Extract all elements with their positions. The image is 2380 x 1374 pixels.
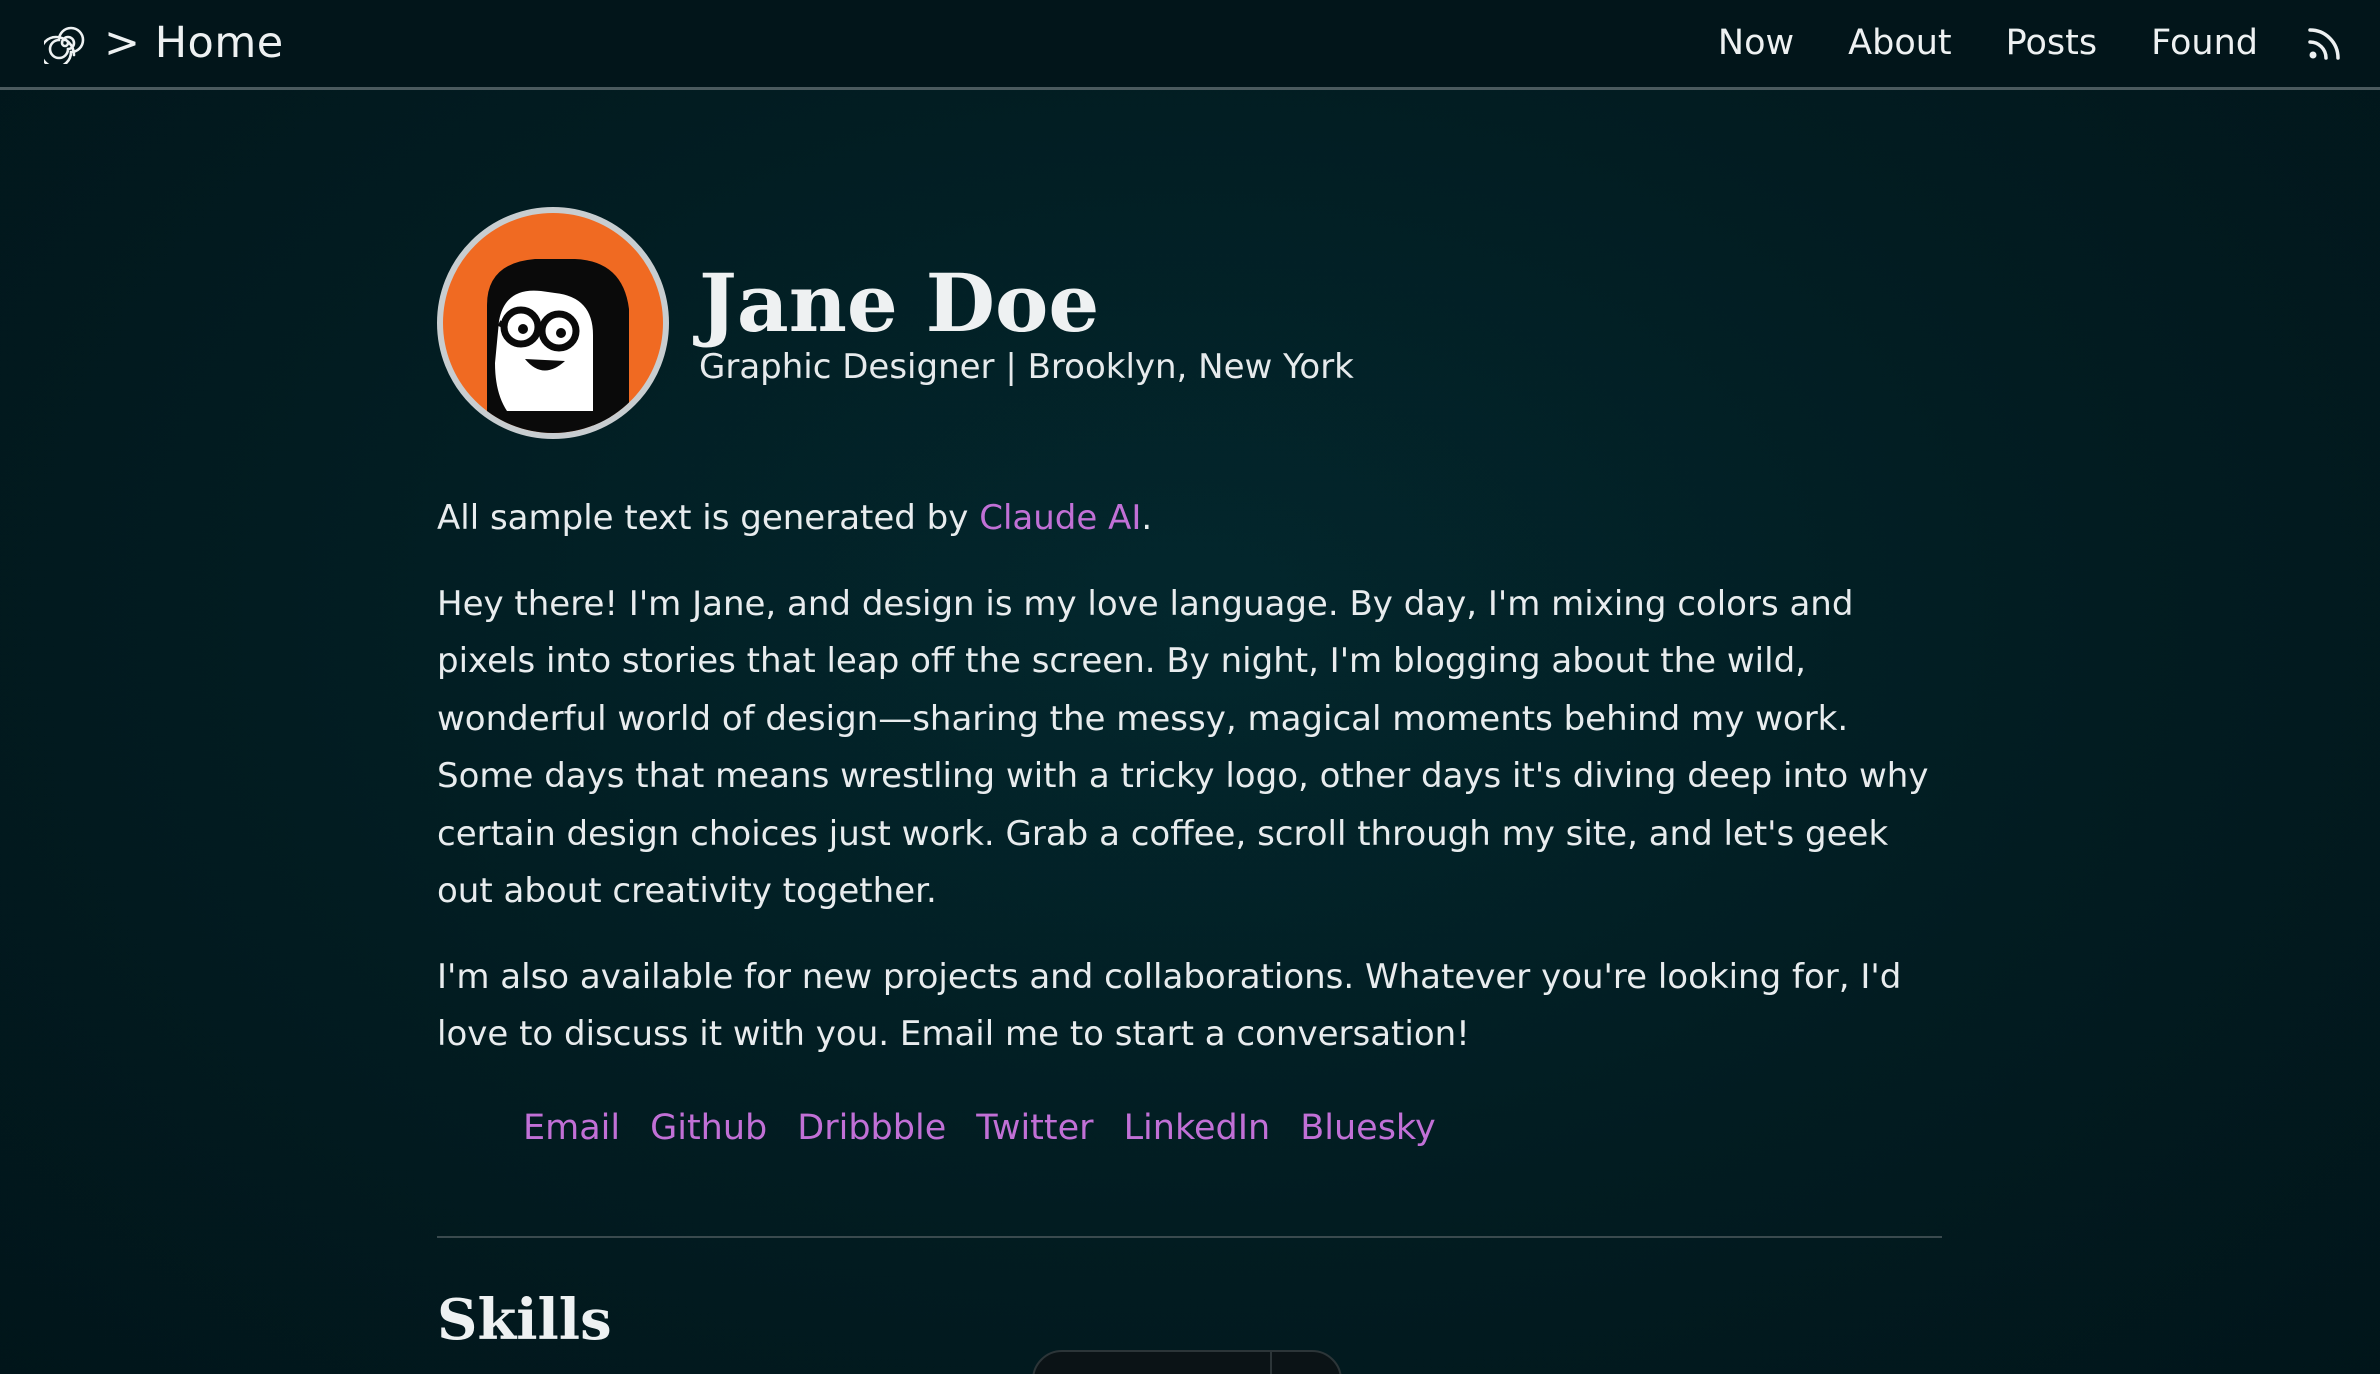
rss-icon[interactable]	[2258, 24, 2344, 62]
nav-about[interactable]: About	[1848, 23, 1951, 63]
profile-name: Jane Doe	[699, 256, 1100, 350]
claude-ai-link[interactable]: Claude AI	[979, 498, 1141, 538]
availability-paragraph: I'm also available for new projects and …	[437, 956, 1902, 1055]
intro-note: All sample text is generated by Claude A…	[437, 490, 1942, 548]
intro-prefix: All sample text is generated by	[437, 498, 980, 538]
social-link-linkedin[interactable]: LinkedIn	[1124, 1100, 1271, 1157]
profile-header: Jane Doe Graphic Designer | Brooklyn, Ne…	[437, 207, 1354, 439]
social-link-email[interactable]: Email	[523, 1100, 620, 1157]
intro-suffix: .	[1141, 498, 1153, 538]
toolbar-separator	[1270, 1352, 1272, 1374]
social-link-github[interactable]: Github	[650, 1100, 767, 1157]
social-link-twitter[interactable]: Twitter	[976, 1100, 1093, 1157]
floating-toolbar[interactable]	[1032, 1350, 1342, 1374]
identity-block: Jane Doe Graphic Designer | Brooklyn, Ne…	[699, 259, 1354, 387]
nav-posts[interactable]: Posts	[2006, 23, 2097, 63]
skills-heading: Skills	[437, 1287, 612, 1353]
main-nav: Now About Posts Found	[1664, 18, 2344, 68]
spiral-icon	[44, 22, 86, 64]
main-content: All sample text is generated by Claude A…	[437, 490, 1942, 1157]
social-link-bluesky[interactable]: Bluesky	[1300, 1100, 1435, 1157]
social-link-dribbble[interactable]: Dribbble	[797, 1100, 946, 1157]
social-links: Email Github Dribbble Twitter LinkedIn B…	[523, 1100, 1942, 1157]
nav-found[interactable]: Found	[2151, 23, 2258, 63]
avatar	[437, 207, 669, 439]
profile-tagline: Graphic Designer | Brooklyn, New York	[699, 347, 1354, 387]
section-divider	[437, 1236, 1942, 1238]
nav-now[interactable]: Now	[1718, 23, 1794, 63]
top-navigation-bar: > Home Now About Posts Found	[0, 0, 2380, 90]
home-link[interactable]: > Home	[44, 18, 284, 68]
home-label: > Home	[104, 18, 284, 68]
cartoon-avatar-icon	[487, 259, 629, 433]
bio-paragraph: Hey there! I'm Jane, and design is my lo…	[437, 583, 1929, 912]
